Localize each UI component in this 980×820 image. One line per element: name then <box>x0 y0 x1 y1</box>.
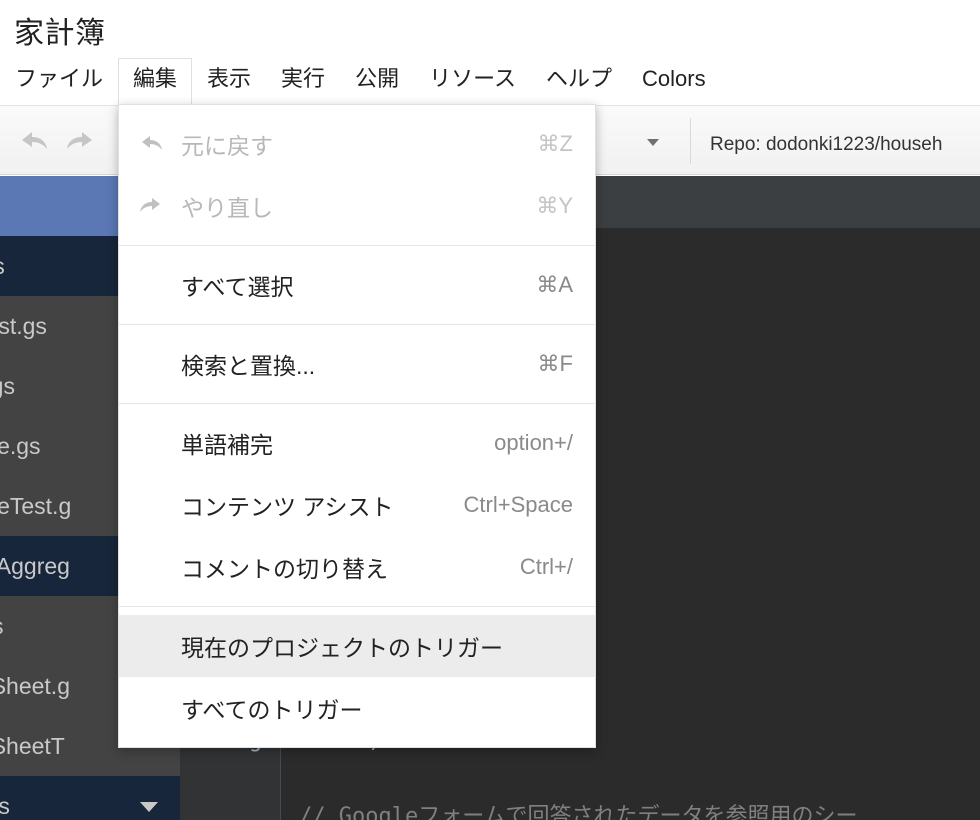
menu-separator <box>119 606 595 607</box>
file-name: ingSheet.g <box>0 673 70 699</box>
menu-label: ヘルプ <box>546 66 612 91</box>
menu-item-label: すべて選択 <box>181 268 512 302</box>
menu-separator <box>119 245 595 246</box>
menu-item-shortcut: Ctrl+Space <box>464 492 573 518</box>
undo-arrow-icon[interactable] <box>14 124 52 158</box>
chevron-down-icon[interactable] <box>140 802 158 812</box>
menu-bar: ファイル 編集 表示 実行 公開 リソース ヘルプ Colors <box>0 58 980 105</box>
menu-item[interactable]: すべてのトリガー <box>119 677 595 739</box>
line-number-filler <box>180 798 280 820</box>
menu-5[interactable]: リソース <box>414 58 531 105</box>
menu-separator <box>119 324 595 325</box>
chevron-down-icon[interactable] <box>640 134 666 150</box>
menu-item[interactable]: 単語補完 option+/ <box>119 412 595 474</box>
code-line <box>180 760 980 798</box>
menu-item-shortcut: ⌘Z <box>538 131 573 157</box>
app-root: 家計簿 ファイル 編集 表示 実行 公開 リソース ヘルプ Colors Repo: dodo… <box>0 0 980 820</box>
menu-item[interactable]: 検索と置換... ⌘F <box>119 333 595 395</box>
menu-label: 実行 <box>281 66 325 91</box>
menu-item-shortcut: option+/ <box>494 430 573 456</box>
edit-menu-dropdown[interactable]: 元に戻す ⌘Z やり直し ⌘Y すべて選択 ⌘A 検索と置換... ⌘F 単語補完 option+… <box>118 104 596 748</box>
menu-3[interactable]: 実行 <box>266 58 340 105</box>
menu-1[interactable]: 編集 <box>118 58 192 105</box>
file-name: sage.gs <box>0 433 41 459</box>
menu-item[interactable]: コンテンツ アシスト Ctrl+Space <box>119 474 595 536</box>
menu-item-label: コンテンツ アシスト <box>181 488 440 522</box>
file-name: sageTest.g <box>0 493 71 519</box>
menu-item-label: すべてのトリガー <box>181 691 573 725</box>
file-list-item[interactable]: et.gs <box>0 776 180 820</box>
code-line: // Googleフォームで回答されたデータを参照用のシー <box>299 798 980 820</box>
menu-label: 編集 <box>133 66 177 91</box>
file-name: n.gs <box>0 613 3 639</box>
menu-item-label: やり直し <box>181 189 512 223</box>
file-name: ingSheetT <box>0 733 65 759</box>
menu-item-shortcut: ⌘F <box>538 351 573 377</box>
menu-item-label: 現在のプロジェクトのトリガー <box>181 629 573 663</box>
menu-label: ファイル <box>15 66 103 91</box>
menu-0[interactable]: ファイル <box>0 58 118 105</box>
menu-item-label: 検索と置換... <box>181 347 514 381</box>
menu-item-label: 元に戻す <box>181 127 514 161</box>
file-name: rtTest.gs <box>0 313 47 339</box>
menu-item[interactable]: コメントの切り替え Ctrl+/ <box>119 536 595 598</box>
menu-item-shortcut: ⌘Y <box>536 193 573 219</box>
menu-label: 表示 <box>207 66 251 91</box>
file-name: fig.gs <box>0 373 15 399</box>
menu-label: 公開 <box>355 66 399 91</box>
menu-separator <box>119 403 595 404</box>
menu-item[interactable]: 元に戻す ⌘Z <box>119 113 595 175</box>
menu-item[interactable]: すべて選択 ⌘A <box>119 254 595 316</box>
menu-label: Colors <box>642 66 706 91</box>
menu-item[interactable]: 現在のプロジェクトのトリガー <box>119 615 595 677</box>
app-header: 家計簿 ファイル 編集 表示 実行 公開 リソース ヘルプ Colors <box>0 0 980 105</box>
redo-arrow-icon <box>137 193 165 219</box>
menu-6[interactable]: ヘルプ <box>531 58 627 105</box>
menu-4[interactable]: 公開 <box>340 58 414 105</box>
file-name: et.gs <box>0 793 10 819</box>
file-name: rt.gs <box>0 253 5 279</box>
redo-arrow-icon[interactable] <box>62 124 100 158</box>
menu-item[interactable]: やり直し ⌘Y <box>119 175 595 237</box>
menu-item-shortcut: Ctrl+/ <box>520 554 573 580</box>
menu-2[interactable]: 表示 <box>192 58 266 105</box>
toolbar-divider <box>690 118 691 164</box>
menu-7[interactable]: Colors <box>627 58 721 105</box>
repo-label: Repo: dodonki1223/househ <box>710 134 942 156</box>
menu-label: リソース <box>429 66 516 91</box>
menu-item-shortcut: ⌘A <box>536 272 573 298</box>
page-title: 家計簿 <box>14 8 106 52</box>
file-name: thlyAggreg <box>0 553 70 579</box>
menu-item-label: 単語補完 <box>181 426 470 460</box>
menu-item-label: コメントの切り替え <box>181 550 496 584</box>
undo-arrow-icon <box>137 131 165 157</box>
